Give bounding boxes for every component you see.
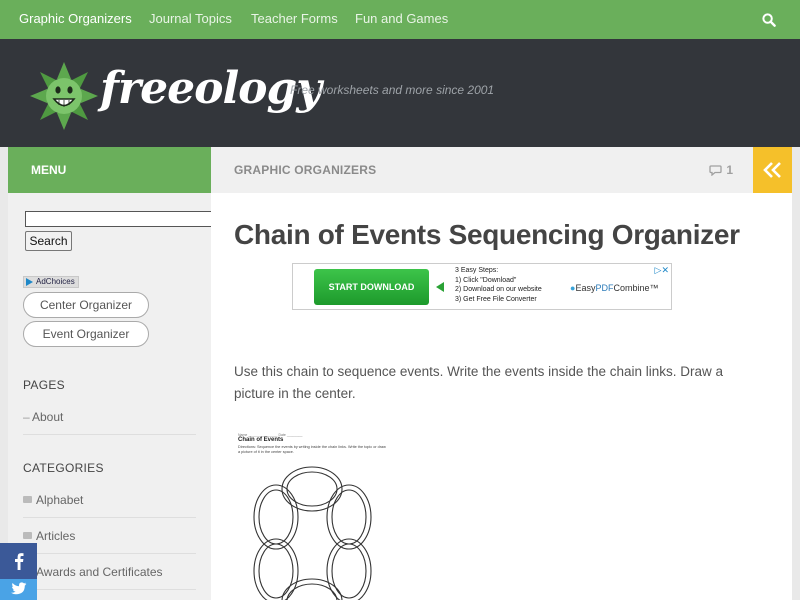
folder-icon: [23, 532, 32, 540]
sidebar-link-about[interactable]: – About: [23, 399, 196, 435]
chain-of-events-diagram: [253, 466, 372, 600]
ad-brand: ●EasyPDFCombine™: [570, 283, 659, 293]
sidebar-collapse-button[interactable]: [753, 147, 792, 193]
adchoices-icon: [26, 278, 33, 286]
page-title: Chain of Events Sequencing Organizer: [234, 219, 740, 250]
comment-count-link[interactable]: 1: [709, 147, 733, 193]
worksheet-directions: Directions: Sequence the events by writi…: [238, 445, 386, 454]
nav-search-button[interactable]: [752, 0, 786, 39]
site-logo[interactable]: freeology: [28, 61, 322, 131]
worksheet-preview[interactable]: Name _______________ Date ________ Chain…: [234, 429, 414, 600]
article-paragraph: Use this chain to sequence events. Write…: [234, 364, 724, 401]
comment-icon: [709, 165, 722, 177]
facebook-icon: [14, 553, 23, 570]
ad-link-event-organizer[interactable]: Event Organizer: [23, 321, 149, 347]
twitter-share-button[interactable]: [0, 579, 37, 600]
sidebar: Search AdChoices Center Organizer Event …: [8, 193, 211, 600]
pages-widget-title: PAGES: [23, 378, 65, 392]
folder-icon: [23, 496, 32, 504]
sidebar-category-articles[interactable]: Articles: [23, 518, 196, 554]
logo-wordmark: freeology: [100, 63, 322, 114]
ad-link-center-organizer[interactable]: Center Organizer: [23, 292, 149, 318]
nav-item-graphic-organizers[interactable]: Graphic Organizers: [19, 0, 132, 39]
categories-widget-title: CATEGORIES: [23, 461, 104, 475]
worksheet-title: Chain of Events: [238, 437, 284, 443]
facebook-share-button[interactable]: [0, 543, 37, 579]
ad-start-download-button[interactable]: START DOWNLOAD: [314, 269, 429, 305]
sidebar-category-alphabet[interactable]: Alphabet: [23, 482, 196, 518]
double-chevron-left-icon: [762, 162, 781, 178]
breadcrumb-bar: GRAPHIC ORGANIZERS 1: [211, 147, 753, 193]
nav-item-teacher-forms[interactable]: Teacher Forms: [251, 0, 338, 39]
site-header: freeology Free worksheets and more since…: [0, 39, 800, 147]
main-content: Chain of Events Sequencing Organizer STA…: [211, 193, 753, 600]
content-wrapper: MENU GRAPHIC ORGANIZERS 1 Search AdChoic…: [8, 147, 792, 600]
ad-close-icon[interactable]: ▷✕: [655, 265, 669, 276]
nav-item-journal-topics[interactable]: Journal Topics: [149, 0, 232, 39]
site-tagline: Free worksheets and more since 2001: [290, 83, 495, 97]
twitter-icon: [10, 582, 26, 595]
smiley-flower-icon: [30, 62, 98, 130]
adchoices-badge[interactable]: AdChoices: [23, 276, 79, 288]
menu-toggle[interactable]: MENU: [8, 147, 211, 193]
sidebar-search-input[interactable]: [25, 211, 211, 227]
ad-steps: 3 Easy Steps: 1) Click "Download" 2) Dow…: [455, 267, 542, 303]
sidebar-search-button[interactable]: Search: [25, 231, 72, 251]
dash-icon: –: [23, 410, 30, 424]
nav-item-fun-and-games[interactable]: Fun and Games: [355, 0, 448, 39]
top-nav: Graphic Organizers Journal Topics Teache…: [0, 0, 800, 39]
search-icon: [762, 12, 776, 27]
arrow-left-icon: [436, 282, 444, 292]
breadcrumb[interactable]: GRAPHIC ORGANIZERS: [234, 147, 376, 193]
adchoices-label: AdChoices: [36, 277, 75, 286]
ad-banner[interactable]: START DOWNLOAD 3 Easy Steps: 1) Click "D…: [292, 263, 672, 310]
comment-count: 1: [726, 163, 733, 177]
sidebar-category-awards[interactable]: Awards and Certificates: [23, 554, 196, 590]
